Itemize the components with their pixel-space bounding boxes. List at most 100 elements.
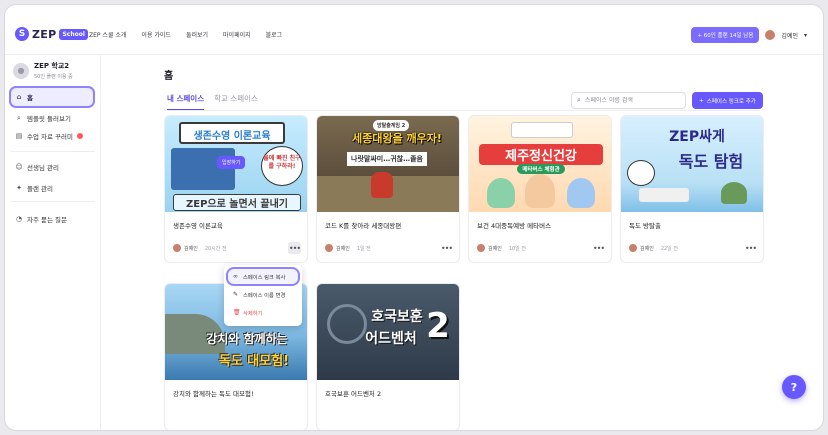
- menu-item-label: 삭제하기: [243, 310, 263, 317]
- nav-item-mypage[interactable]: 마이페이지: [223, 30, 251, 39]
- logo-brand: ZEP: [32, 27, 57, 41]
- updated-time: 1일 전: [356, 245, 371, 252]
- thumb-org-logo: [511, 122, 573, 138]
- plan-trial-button[interactable]: + 60인 플랜 14일 남음: [691, 27, 760, 43]
- updated-time: 22일 전: [660, 245, 678, 252]
- book-icon: ▤: [15, 132, 23, 140]
- thumb-speech-bubble: 물에 빠진 친구를 구하라!: [261, 146, 303, 186]
- space-title[interactable]: 코드 K를 찾아라 세종대왕편: [325, 220, 401, 230]
- sidebar-item-label: 선생님 관리: [27, 164, 59, 172]
- author-name: 김예인: [336, 245, 350, 252]
- space-thumbnail: 방탈출게임 2 세종대왕을 깨우자! 나랏말싸미…귀찮…졸음: [317, 116, 459, 212]
- copy-space-link-menu-item[interactable]: ∞ 스페이스 링크 복사: [228, 269, 298, 284]
- space-meta: 김예인 20시간 전: [173, 244, 227, 252]
- search-icon: ⌕: [577, 96, 581, 104]
- divider: [11, 151, 95, 152]
- chevron-down-icon[interactable]: ▾: [804, 32, 807, 39]
- space-title[interactable]: 생존수영 이론교육: [173, 220, 223, 230]
- app-window: S ZEP School ZEP 스쿨 소개 이용 가이드 둘러보기 마이페이지…: [4, 4, 824, 431]
- thumb-subtitle: ZEP으로 놀면서 끝내기: [173, 194, 301, 211]
- sidebar-item-label: 홈: [27, 94, 33, 102]
- sidebar-item-home[interactable]: ⌂ 홈: [11, 88, 93, 106]
- author-avatar: [325, 244, 333, 252]
- thumb-title: 세종대왕을 깨우자!: [352, 132, 442, 145]
- space-title[interactable]: 보건 4대중독예방 메타버스: [477, 220, 551, 230]
- search-input[interactable]: [584, 97, 680, 104]
- menu-item-label: 스페이스 이름 변경: [243, 292, 286, 299]
- thumb-ship: [639, 188, 689, 202]
- link-icon: ∞: [233, 273, 238, 280]
- pencil-icon: ✎: [233, 291, 239, 298]
- nav-item-explore[interactable]: 둘러보기: [186, 30, 208, 39]
- thumb-illustration: [171, 148, 235, 190]
- top-right: + 60인 플랜 14일 남음 김예인 ▾: [691, 27, 807, 43]
- space-card[interactable]: 호국보훈 어드벤처 2 호국보훈 어드벤처 2: [316, 283, 460, 430]
- avatar[interactable]: [765, 30, 776, 40]
- zep-school-logo[interactable]: S ZEP School: [15, 27, 88, 41]
- thumb-character: [567, 178, 595, 208]
- space-card[interactable]: 생존수영 이론교육 입장하기 물에 빠진 친구를 구하라! ZEP으로 놀면서 …: [164, 115, 308, 263]
- sidebar-item-faq[interactable]: ◔ 자주 묻는 질문: [11, 210, 93, 228]
- sidebar-item-label: 자주 묻는 질문: [27, 216, 68, 224]
- new-badge: [77, 133, 83, 139]
- more-options-button[interactable]: •••: [592, 242, 605, 254]
- help-button[interactable]: ?: [782, 375, 806, 399]
- space-card[interactable]: 방탈출게임 2 세종대왕을 깨우자! 나랏말싸미…귀찮…졸음 코드 K를 찾아라…: [316, 115, 460, 263]
- sidebar-item-templates[interactable]: ⌕ 템플릿 둘러보기: [11, 109, 93, 127]
- add-space-link-button[interactable]: + 스페이스 링크로 추가: [692, 92, 763, 109]
- page-title: 홈: [164, 71, 174, 82]
- thumb-title-2: 독도 대모험!: [218, 354, 290, 369]
- more-options-button[interactable]: •••: [288, 242, 301, 254]
- author-avatar: [629, 244, 637, 252]
- space-title[interactable]: 호국보훈 어드벤처 2: [325, 388, 381, 398]
- author-name: 김예인: [488, 245, 502, 252]
- plan-icon: ✦: [16, 184, 22, 192]
- author-avatar: [477, 244, 485, 252]
- search-icon: ⌕: [17, 113, 21, 122]
- main-content: 홈 내 스페이스 학교 스페이스 ⌕ + 스페이스 링크로 추가 생존수영 이론…: [101, 55, 823, 430]
- nav-item-intro[interactable]: ZEP 스쿨 소개: [89, 30, 126, 39]
- nav-item-guide[interactable]: 이용 가이드: [141, 30, 171, 39]
- space-meta: 김예인 1일 전: [325, 244, 371, 252]
- sidebar: ● ZEP 학교2 50인 플랜 이용 중 ⌂ 홈 ⌕ 템플릿 둘러보기 ▤ 수…: [5, 55, 101, 430]
- thumb-title-2: 독도 탐험: [678, 152, 744, 171]
- school-avatar-icon: ●: [13, 62, 29, 79]
- space-title[interactable]: 독도 방탈출: [629, 220, 661, 230]
- space-search[interactable]: ⌕: [571, 92, 686, 109]
- sidebar-item-plan[interactable]: ✦ 플랜 관리: [11, 179, 93, 197]
- menu-item-label: 스페이스 링크 복사: [243, 274, 286, 281]
- sidebar-item-label: 수업 자료 꾸러미: [27, 133, 73, 141]
- sidebar-item-materials[interactable]: ▤ 수업 자료 꾸러미: [11, 127, 93, 145]
- space-card[interactable]: ZEP싸게 독도 탐험 독도 방탈출 김예인 22일 전 •••: [620, 115, 764, 263]
- nav-item-blog[interactable]: 블로그: [266, 30, 283, 39]
- add-space-link-label: 스페이스 링크로 추가: [706, 98, 756, 105]
- zep-logo-icon: S: [15, 27, 29, 41]
- thumb-island: [721, 182, 747, 204]
- sidebar-item-label: 템플릿 둘러보기: [27, 115, 71, 123]
- space-card[interactable]: 제주정신건강 메타버스 체험관 보건 4대중독예방 메타버스 김예인 10일 전…: [468, 115, 612, 263]
- thumb-title: 강치와 함께하는: [206, 332, 288, 346]
- tab-my-spaces[interactable]: 내 스페이스: [167, 93, 205, 111]
- updated-time: 20시간 전: [204, 245, 227, 252]
- rename-space-menu-item[interactable]: ✎ 스페이스 이름 변경: [228, 287, 298, 302]
- thumb-subtitle: 나랏말싸미…귀찮…졸음: [347, 152, 427, 166]
- school-profile[interactable]: ● ZEP 학교2 50인 플랜 이용 중: [13, 61, 73, 80]
- top-nav: ZEP 스쿨 소개 이용 가이드 둘러보기 마이페이지 블로그: [89, 30, 282, 39]
- thumb-character: [371, 172, 393, 198]
- tab-school-spaces[interactable]: 학교 스페이스: [214, 93, 258, 111]
- more-options-button[interactable]: •••: [440, 242, 453, 254]
- school-name: ZEP 학교2: [34, 62, 70, 70]
- author-avatar: [173, 244, 181, 252]
- space-thumbnail: 호국보훈 어드벤처 2: [317, 284, 459, 380]
- delete-space-menu-item[interactable]: 🗑 삭제하기: [228, 305, 298, 320]
- question-icon: ◔: [15, 215, 23, 223]
- users-icon: ☺: [15, 163, 23, 171]
- plus-icon: +: [699, 97, 704, 104]
- space-title[interactable]: 강치와 함께하는 독도 대모험!: [173, 388, 254, 398]
- author-name: 김예인: [184, 245, 198, 252]
- more-options-button[interactable]: •••: [744, 242, 757, 254]
- space-thumbnail: 제주정신건강 메타버스 체험관: [469, 116, 611, 212]
- sidebar-item-teachers[interactable]: ☺ 선생님 관리: [11, 158, 93, 176]
- home-icon: ⌂: [16, 93, 22, 101]
- user-name[interactable]: 김예인: [781, 31, 798, 40]
